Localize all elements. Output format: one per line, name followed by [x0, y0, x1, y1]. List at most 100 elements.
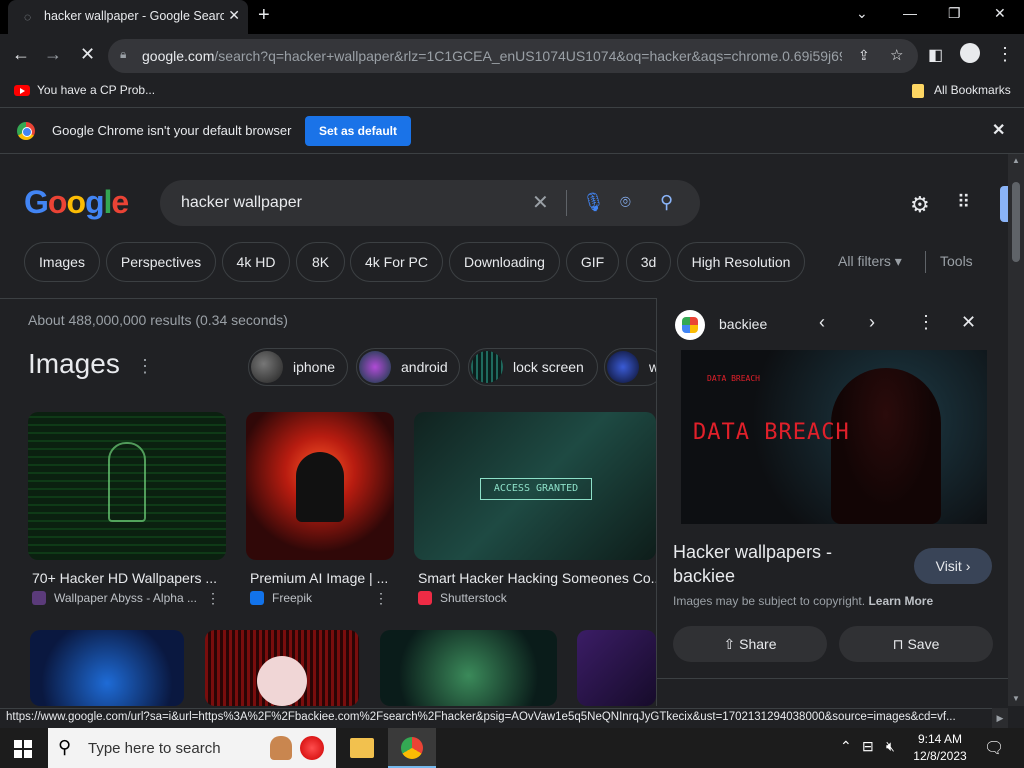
copyright-notice: Images may be subject to copyright. Lear…: [673, 594, 934, 608]
forward-icon[interactable]: →: [44, 44, 62, 65]
scroll-down-icon[interactable]: ▼: [1012, 694, 1020, 703]
result-source-3[interactable]: Shutterstock: [440, 591, 507, 605]
google-lens-icon[interactable]: ⌾: [620, 192, 631, 213]
result-caption-3[interactable]: Smart Hacker Hacking Someones Co...: [418, 570, 656, 586]
apps-grid-icon[interactable]: ⠿: [957, 192, 970, 213]
bookmark-item[interactable]: You have a CP Prob...: [37, 83, 155, 97]
minimize-button[interactable]: —: [903, 5, 917, 21]
panel-title[interactable]: Hacker wallpapers - backiee: [673, 540, 893, 588]
address-bar[interactable]: 🔒︎ google.com/search?q=hacker+wallpaper&…: [108, 39, 918, 73]
chip-3d[interactable]: 3d: [626, 242, 671, 282]
scroll-up-icon[interactable]: ▲: [1012, 156, 1020, 165]
tab-search-icon[interactable]: ⌄: [856, 5, 868, 22]
chip-4k-for-pc[interactable]: 4k For PC: [350, 242, 443, 282]
result-caption-2[interactable]: Premium AI Image | ...: [250, 570, 390, 586]
scrollbar-thumb[interactable]: [1012, 182, 1020, 262]
result-image-6[interactable]: [380, 630, 557, 706]
save-button[interactable]: ⊓ Save: [839, 626, 993, 662]
notifications-icon[interactable]: 🗨︎: [984, 738, 1004, 758]
freepik-icon: [250, 591, 264, 605]
profile-avatar-icon[interactable]: [960, 43, 980, 63]
result-image-1[interactable]: [28, 412, 226, 560]
images-heading: Images: [28, 348, 120, 379]
infobar-message: Google Chrome isn't your default browser: [52, 123, 292, 138]
back-icon[interactable]: ←: [12, 44, 30, 65]
chip-high-resolution[interactable]: High Resolution: [677, 242, 805, 282]
topic-lock-screen[interactable]: lock screen: [468, 348, 598, 386]
chip-perspectives[interactable]: Perspectives: [106, 242, 216, 282]
chip-images[interactable]: Images: [24, 242, 100, 282]
result-image-3[interactable]: ACCESS GRANTED: [414, 412, 656, 560]
chip-8k[interactable]: 8K: [296, 242, 345, 282]
infobar-close-icon[interactable]: ✕: [992, 120, 1005, 140]
panel-more-icon[interactable]: ⋮: [917, 312, 935, 333]
learn-more-link[interactable]: Learn More: [868, 594, 933, 608]
previous-image-icon[interactable]: ‹: [819, 312, 825, 333]
gingerbread-icon: [270, 736, 292, 760]
browser-tab[interactable]: ◌ hacker wallpaper - Google Search ✕: [8, 0, 248, 34]
result-more-icon[interactable]: ⋮: [206, 590, 220, 607]
chrome-taskbar-button[interactable]: [388, 728, 436, 768]
bookmarks-bar: You have a CP Prob... All Bookmarks: [0, 78, 1024, 108]
search-box[interactable]: hacker wallpaper ✕ 🎙︎ ⌾ ⚲: [160, 180, 700, 226]
windows-start-icon[interactable]: [14, 740, 32, 758]
search-input[interactable]: hacker wallpaper: [181, 194, 302, 212]
chrome-menu-icon[interactable]: ⋮: [996, 44, 1014, 65]
sign-in-tab[interactable]: [1000, 186, 1008, 222]
tray-chevron-icon[interactable]: ⌃: [840, 738, 852, 755]
next-image-icon[interactable]: ›: [869, 312, 875, 333]
search-icon[interactable]: ⚲: [660, 192, 673, 213]
folder-icon: [912, 84, 924, 98]
topic-label: android: [401, 359, 448, 375]
taskbar-search-placeholder[interactable]: Type here to search: [88, 740, 221, 757]
result-more-icon[interactable]: ⋮: [374, 590, 388, 607]
result-source-1[interactable]: Wallpaper Abyss - Alpha ...: [54, 591, 197, 605]
page-scrollbar[interactable]: ▲ ▼: [1008, 154, 1024, 706]
bookmark-icon: ⊓: [892, 636, 904, 652]
file-explorer-icon[interactable]: [350, 738, 374, 758]
result-image-4[interactable]: [30, 630, 184, 706]
topic-iphone[interactable]: iphone: [248, 348, 348, 386]
set-as-default-button[interactable]: Set as default: [305, 116, 411, 146]
all-bookmarks-button[interactable]: All Bookmarks: [934, 83, 1011, 97]
share-page-icon[interactable]: ⇪: [858, 47, 870, 64]
settings-gear-icon[interactable]: ⚙: [910, 192, 930, 218]
network-icon[interactable]: ⊟: [862, 738, 874, 755]
stop-icon[interactable]: ✕: [80, 44, 95, 65]
side-panel-icon[interactable]: ◧: [928, 45, 943, 65]
all-filters-button[interactable]: All filters ▾: [838, 253, 902, 270]
images-more-icon[interactable]: ⋮: [136, 356, 154, 377]
result-caption-1[interactable]: 70+ Hacker HD Wallpapers ...: [32, 570, 222, 586]
clear-search-icon[interactable]: ✕: [532, 190, 549, 215]
url-text[interactable]: google.com/search?q=hacker+wallpaper&rlz…: [142, 48, 842, 64]
result-image-2[interactable]: [246, 412, 394, 560]
topic-android[interactable]: android: [356, 348, 460, 386]
result-image-7[interactable]: [577, 630, 656, 706]
topic-w[interactable]: w: [604, 348, 664, 386]
chip-4k-hd[interactable]: 4k HD: [222, 242, 290, 282]
result-source-2[interactable]: Freepik: [272, 591, 312, 605]
tools-button[interactable]: Tools: [940, 253, 973, 269]
chip-gif[interactable]: GIF: [566, 242, 619, 282]
result-image-5[interactable]: [205, 630, 359, 706]
link-status-bar: https://www.google.com/url?sa=i&url=http…: [0, 708, 992, 728]
lock-icon[interactable]: 🔒︎: [120, 47, 126, 62]
google-logo[interactable]: Google: [24, 184, 129, 221]
panel-site-name[interactable]: backiee: [719, 316, 767, 332]
taskbar-search-box[interactable]: ⚲ Type here to search: [48, 728, 336, 768]
bookmark-star-icon[interactable]: ☆: [890, 46, 903, 64]
share-button[interactable]: ⇧ Share: [673, 626, 827, 662]
chip-downloading[interactable]: Downloading: [449, 242, 560, 282]
chrome-logo-icon: [17, 122, 35, 140]
close-window-button[interactable]: ✕: [994, 5, 1006, 22]
panel-preview-image[interactable]: DATA BREACH DATA BREACH: [681, 350, 987, 524]
visit-button[interactable]: Visit ›: [914, 548, 992, 584]
panel-close-icon[interactable]: ✕: [961, 312, 976, 333]
tab-close-icon[interactable]: ✕: [228, 7, 240, 24]
taskbar-clock[interactable]: 9:14 AM 12/8/2023: [910, 731, 970, 765]
microphone-icon[interactable]: 🎙︎: [582, 192, 605, 213]
new-tab-button[interactable]: +: [258, 4, 270, 27]
maximize-button[interactable]: ❐: [948, 5, 961, 22]
shutterstock-icon: [418, 591, 432, 605]
volume-muted-icon[interactable]: 🔇︎: [886, 738, 895, 755]
